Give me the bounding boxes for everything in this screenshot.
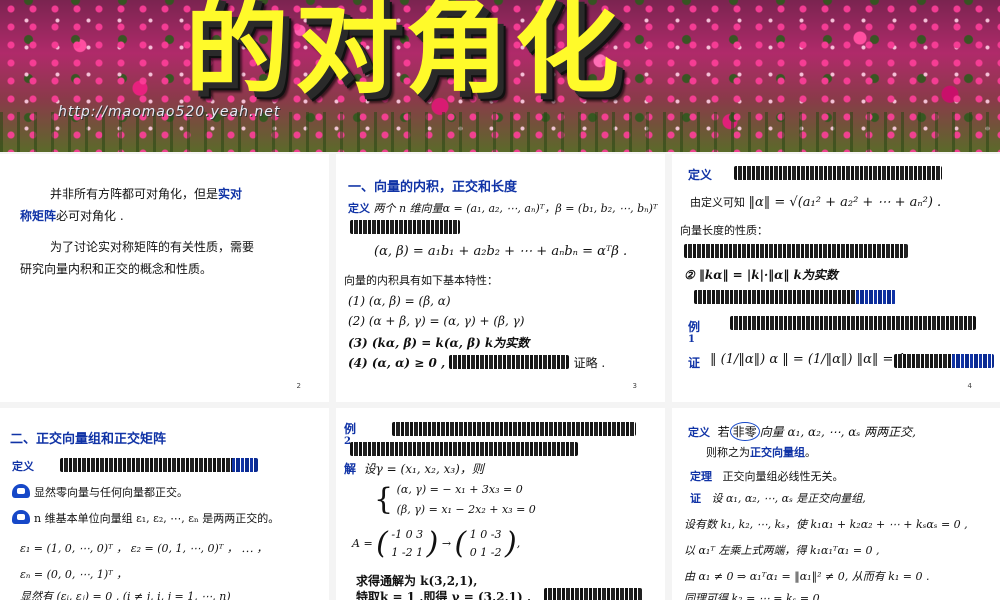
page-number: 2 bbox=[296, 382, 301, 390]
banner-title: 的对角化 bbox=[185, 0, 626, 108]
definition-label: 定义 bbox=[688, 168, 713, 182]
length-properties-title: 向量长度的性质： bbox=[680, 224, 768, 237]
unit-vectors-formula-1: ε₁ = (1, 0, ⋯, 0)ᵀ ， ε₂ = (0, 1, ⋯, 0)ᵀ … bbox=[20, 542, 268, 555]
orthogonality-formula: 显然有 (εᵢ, εⱼ) = 0 , (i ≠ j, i, j = 1, ⋯, … bbox=[20, 590, 231, 600]
unit-vector-note: n 维基本单位向量组 ε₁, ε₂, ⋯, εₙ 是两两正交的。 bbox=[12, 510, 279, 526]
slide-7[interactable]: 定义 若非零 向量 α₁, α₂, ⋯, αₛ 两两正交, 则称之为正交向量组。 … bbox=[672, 408, 1000, 600]
slide-2-para1-line2: 称矩阵必可对角化 . bbox=[20, 209, 124, 223]
garbled-text bbox=[544, 588, 642, 600]
highlight-circle: 非零 bbox=[729, 422, 760, 441]
banner-url: http://maomao520.yeah.net bbox=[58, 104, 281, 120]
garbled-text bbox=[392, 422, 636, 436]
garbled-text-blue bbox=[856, 290, 896, 304]
definition-line: 定义 两个 n 维向量α = (a₁, a₂, ⋯, aₙ)ᵀ，β = (b₁,… bbox=[348, 202, 658, 215]
garbled-text-blue bbox=[232, 458, 258, 472]
orthogonal-group-definition: 定义 若非零 向量 α₁, α₂, ⋯, αₛ 两两正交, bbox=[688, 422, 916, 441]
general-solution: 求得通解为 k(3,2,1), bbox=[356, 574, 478, 588]
garbled-text-blue bbox=[952, 354, 994, 368]
length-definition: 由定义可知 ‖α‖ = √(a₁² + a₂² + ⋯ + aₙ²) . bbox=[690, 195, 942, 210]
proof-line-2: 设有数 k₁, k₂, ⋯, kₛ，使 k₁α₁ + k₂α₂ + ⋯ + kₛ… bbox=[684, 518, 968, 531]
property-2: (2) (α + β, γ) = (α, γ) + (β, γ) bbox=[348, 314, 525, 328]
length-property-2: ② ‖kα‖ = |k|·‖α‖ k为实数 bbox=[684, 268, 838, 282]
slide-4[interactable]: 定义 由定义可知 ‖α‖ = √(a₁² + a₂² + ⋯ + aₙ²) . … bbox=[672, 154, 1000, 402]
equation-system: { (α, γ) = − x₁ + 3x₃ = 0 (β, γ) = x₁ − … bbox=[374, 482, 536, 517]
theorem: 定理 正交向量组必线性无关。 bbox=[690, 470, 844, 483]
proof-line-4: 由 α₁ ≠ 0 ⇒ α₁ᵀα₁ = ‖α₁‖² ≠ 0, 从而有 k₁ = 0… bbox=[684, 570, 930, 583]
slide-2-para1-line1: 并非所有方阵都可对角化，但是实对 bbox=[50, 187, 243, 201]
section-heading: 一、向量的内积，正交和长度 bbox=[348, 180, 518, 195]
property-1: (1) (α, β) = (β, α) bbox=[348, 294, 451, 308]
example-label: 例 bbox=[344, 422, 357, 436]
slide-5[interactable]: 二、正交向量组和正交矩阵 定义 显然零向量与任何向量都正交。 n 维基本单位向量… bbox=[0, 408, 329, 600]
property-4: (4) (α, α) ≥ 0 , 证略 . bbox=[348, 355, 606, 370]
garbled-text bbox=[60, 458, 256, 472]
slide-2-para2-line2: 研究向量内积和正交的概念和性质。 bbox=[20, 262, 213, 276]
normalization-formula: ‖ (1/‖α‖) α ‖ = (1/‖α‖) ‖α‖ = 1 . bbox=[710, 352, 915, 367]
phone-icon bbox=[12, 510, 30, 524]
phone-icon bbox=[12, 484, 30, 498]
page-number: 3 bbox=[632, 382, 637, 390]
example-label: 例 bbox=[688, 320, 701, 334]
properties-intro: 向量的内积具有如下基本特性： bbox=[344, 274, 498, 287]
proof-line-5: 同理可得 k₂ = ⋯ = kₛ = 0 . bbox=[684, 592, 827, 600]
slide-3[interactable]: 一、向量的内积，正交和长度 定义 两个 n 维向量α = (a₁, a₂, ⋯,… bbox=[336, 154, 665, 402]
property-3: (3) (kα, β) = k(α, β) k为实数 bbox=[348, 336, 530, 350]
proof-line-3: 以 α₁ᵀ 左乘上式两端，得 k₁α₁ᵀα₁ = 0 , bbox=[684, 544, 880, 557]
section-heading: 二、正交向量组和正交矩阵 bbox=[10, 432, 167, 447]
slide-2-para2-line1: 为了讨论实对称矩阵的有关性质，需要 bbox=[50, 240, 255, 254]
definition-label: 定义 bbox=[12, 460, 34, 473]
proof-label: 证 bbox=[688, 356, 701, 370]
particular-solution: 特取k = 1 ,即得 γ = (3,2,1) , bbox=[356, 590, 532, 600]
slide-2[interactable]: 并非所有方阵都可对角化，但是实对 称矩阵必可对角化 . 为了讨论实对称矩阵的有关… bbox=[0, 154, 329, 402]
slide-6[interactable]: 例 2 解 设γ = (x₁, x₂, x₃)，则 { (α, γ) = − x… bbox=[336, 408, 665, 600]
garbled-text bbox=[684, 244, 908, 258]
proof-line-1: 证 设 α₁, α₂, ⋯, αₛ 是正交向量组, bbox=[690, 492, 866, 505]
solution-intro: 解 设γ = (x₁, x₂, x₃)，则 bbox=[344, 462, 484, 476]
inner-product-formula: (α, β) = a₁b₁ + a₂b₂ + ⋯ + aₙbₙ = αᵀβ . bbox=[374, 244, 628, 259]
unit-vectors-formula-2: εₙ = (0, 0, ⋯, 1)ᵀ ， bbox=[20, 568, 128, 581]
definition-line-2: 则称之为正交向量组。 bbox=[706, 446, 816, 459]
page-number: 4 bbox=[967, 382, 972, 390]
garbled-text bbox=[734, 166, 942, 180]
banner-image: 的对角化 http://maomao520.yeah.net bbox=[0, 0, 1000, 152]
garbled-text bbox=[730, 316, 976, 330]
example-number: 1 bbox=[688, 334, 695, 345]
zero-vector-note: 显然零向量与任何向量都正交。 bbox=[12, 484, 188, 500]
garbled-text bbox=[350, 220, 460, 234]
coefficient-matrix: A = ( -1 0 31 -2 1 ) → ( 1 0 -3 0 1 -2 ), bbox=[352, 526, 521, 561]
garbled-text bbox=[350, 442, 578, 456]
